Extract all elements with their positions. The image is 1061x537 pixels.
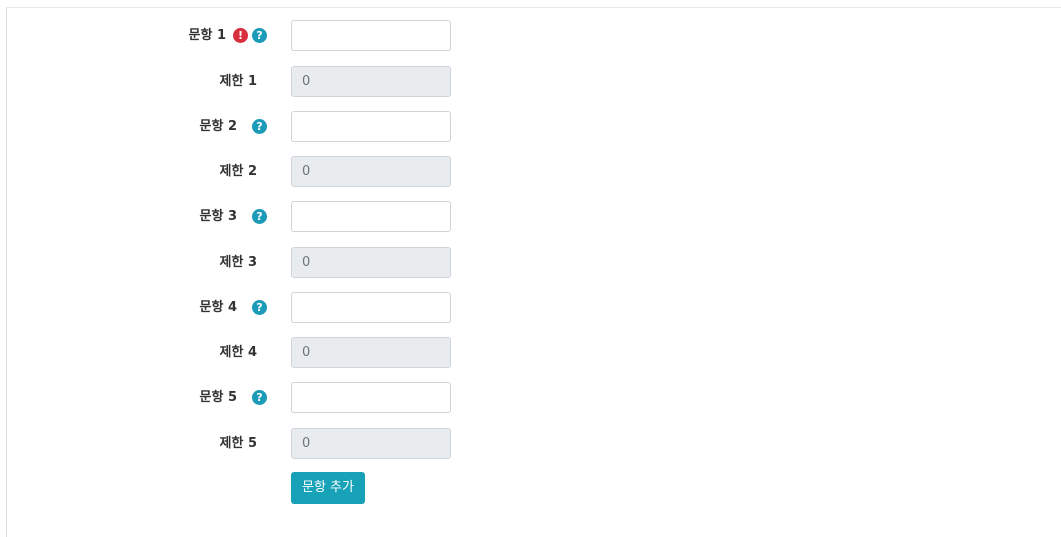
limit-field-4: 0 <box>291 337 451 368</box>
question-label-5: 문항 5 <box>199 390 238 405</box>
limit-row-1: 제한 1 0 <box>7 66 607 97</box>
limit-label-2: 제한 2 <box>219 164 258 179</box>
limit-row-5: 제한 5 0 <box>7 428 607 459</box>
question-label-1: 문항 1 <box>188 28 227 43</box>
question-row-3: 문항 3 ? <box>7 201 607 232</box>
question-row-2: 문항 2 ? <box>7 111 607 142</box>
question-input-5[interactable] <box>291 382 451 413</box>
limit-row-2: 제한 2 0 <box>7 156 607 187</box>
limit-label-5: 제한 5 <box>219 436 258 451</box>
limit-field-3: 0 <box>291 247 451 278</box>
question-icons-2: ? <box>233 119 267 134</box>
help-icon[interactable]: ? <box>252 28 267 43</box>
limit-label-3: 제한 3 <box>219 255 258 270</box>
help-icon[interactable]: ? <box>252 390 267 405</box>
form-frame: 문항 1 ! ? 제한 1 0 문항 2 ? 제한 2 0 문항 3 ? 제한 … <box>6 7 1061 537</box>
limit-field-2: 0 <box>291 156 451 187</box>
question-input-3[interactable] <box>291 201 451 232</box>
question-input-2[interactable] <box>291 111 451 142</box>
question-label-3: 문항 3 <box>199 209 238 224</box>
question-icons-4: ? <box>233 300 267 315</box>
help-icon[interactable]: ? <box>252 119 267 134</box>
question-label-2: 문항 2 <box>199 119 238 134</box>
alert-icon[interactable]: ! <box>233 28 248 43</box>
limit-field-5: 0 <box>291 428 451 459</box>
question-row-1: 문항 1 ! ? <box>7 20 607 51</box>
question-icons-1: ! ? <box>233 28 267 43</box>
question-icons-5: ? <box>233 390 267 405</box>
limit-row-3: 제한 3 0 <box>7 247 607 278</box>
limit-row-4: 제한 4 0 <box>7 337 607 368</box>
question-row-5: 문항 5 ? <box>7 382 607 413</box>
help-icon[interactable]: ? <box>252 209 267 224</box>
limit-label-4: 제한 4 <box>219 345 258 360</box>
add-question-button[interactable]: 문항 추가 <box>291 472 365 504</box>
question-row-4: 문항 4 ? <box>7 292 607 323</box>
help-icon[interactable]: ? <box>252 300 267 315</box>
question-label-4: 문항 4 <box>199 300 238 315</box>
question-input-4[interactable] <box>291 292 451 323</box>
limit-field-1: 0 <box>291 66 451 97</box>
question-input-1[interactable] <box>291 20 451 51</box>
question-icons-3: ? <box>233 209 267 224</box>
limit-label-1: 제한 1 <box>219 74 258 89</box>
